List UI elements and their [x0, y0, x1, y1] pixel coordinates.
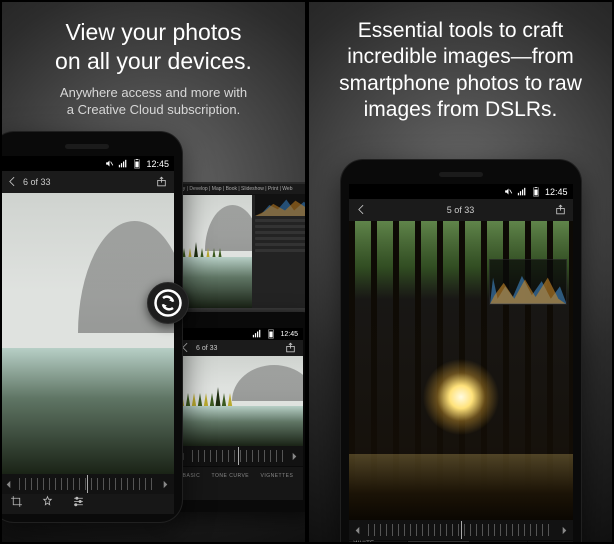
battery-icon [531, 187, 541, 197]
tint-cell[interactable]: TINT 0 [469, 541, 529, 542]
promo-panel-sync: View your photoson all your devices. Any… [2, 2, 305, 542]
desktop-module-tabs: Library | Develop | Map | Book | Slidesh… [167, 184, 305, 195]
battery-icon [132, 159, 142, 169]
back-icon[interactable] [6, 175, 19, 190]
share-icon[interactable] [554, 203, 567, 218]
promo-panel-tools: Essential tools to craft incredible imag… [309, 2, 612, 542]
histogram-overlay [489, 259, 567, 305]
battery-icon [266, 329, 276, 339]
tab-vignettes[interactable]: VIGNETTES [260, 473, 293, 479]
subheadline: Anywhere access and more witha Creative … [36, 84, 271, 119]
tablet-mock: 12:45 6 of 33 BASIC TONE CURVE [163, 312, 305, 512]
temperature-cell[interactable]: TEMPERATURE 0 [408, 541, 469, 542]
bottom-toolbar [2, 494, 174, 514]
desktop-histogram [255, 194, 305, 216]
presets-icon[interactable] [41, 495, 54, 513]
adjust-slider[interactable] [173, 446, 303, 466]
tab-basic[interactable]: BASIC [183, 473, 201, 479]
share-icon[interactable] [284, 341, 297, 356]
share-icon[interactable] [155, 175, 168, 190]
signal-icon [517, 187, 527, 197]
chevron-right-icon [290, 452, 299, 461]
sync-icon [147, 282, 189, 324]
photo-preview[interactable] [2, 193, 174, 474]
adjust-controls-row: WHITE BALANCE As Shot TEMPERATURE 0 TINT… [349, 540, 573, 542]
chevron-left-icon [4, 480, 13, 489]
tab-tone-curve[interactable]: TONE CURVE [212, 473, 250, 479]
chevron-left-icon [353, 526, 362, 535]
status-time: 12:45 [545, 187, 568, 197]
headline: Essential tools to craft incredible imag… [309, 18, 612, 123]
phone-mock-right: 12:45 5 of 33 [341, 160, 581, 542]
app-bar: 6 of 33 [2, 171, 174, 193]
adjust-slider[interactable] [2, 474, 174, 494]
chevron-right-icon [560, 526, 569, 535]
white-balance-cell[interactable]: WHITE BALANCE As Shot [349, 541, 409, 542]
photo-counter: 6 of 33 [23, 177, 51, 187]
crop-icon[interactable] [10, 495, 23, 513]
mute-icon [504, 187, 513, 196]
status-bar: 12:45 [173, 328, 303, 340]
status-time: 12:45 [280, 331, 298, 338]
signal-icon [118, 159, 128, 169]
signal-icon [252, 329, 262, 339]
tablet-mode-tabs: BASIC TONE CURVE VIGNETTES [173, 466, 303, 485]
chevron-right-icon [161, 480, 170, 489]
adjust-slider[interactable] [349, 520, 573, 540]
status-bar: 12:45 [349, 184, 573, 199]
adjust-icon[interactable] [72, 495, 85, 513]
photo-preview[interactable] [349, 221, 573, 520]
status-bar: 12:45 [2, 156, 174, 171]
photo-counter: 6 of 33 [196, 345, 217, 352]
auto-tone-cell[interactable]: AUTO TON Off [528, 541, 572, 542]
status-time: 12:45 [146, 159, 169, 169]
mute-icon [105, 159, 114, 168]
back-icon[interactable] [355, 203, 368, 218]
phone-mock-left: 12:45 6 of 33 [2, 132, 182, 522]
app-bar: 5 of 33 [349, 199, 573, 221]
photo-counter: 5 of 33 [447, 205, 475, 215]
headline: View your photoson all your devices. [35, 18, 272, 76]
